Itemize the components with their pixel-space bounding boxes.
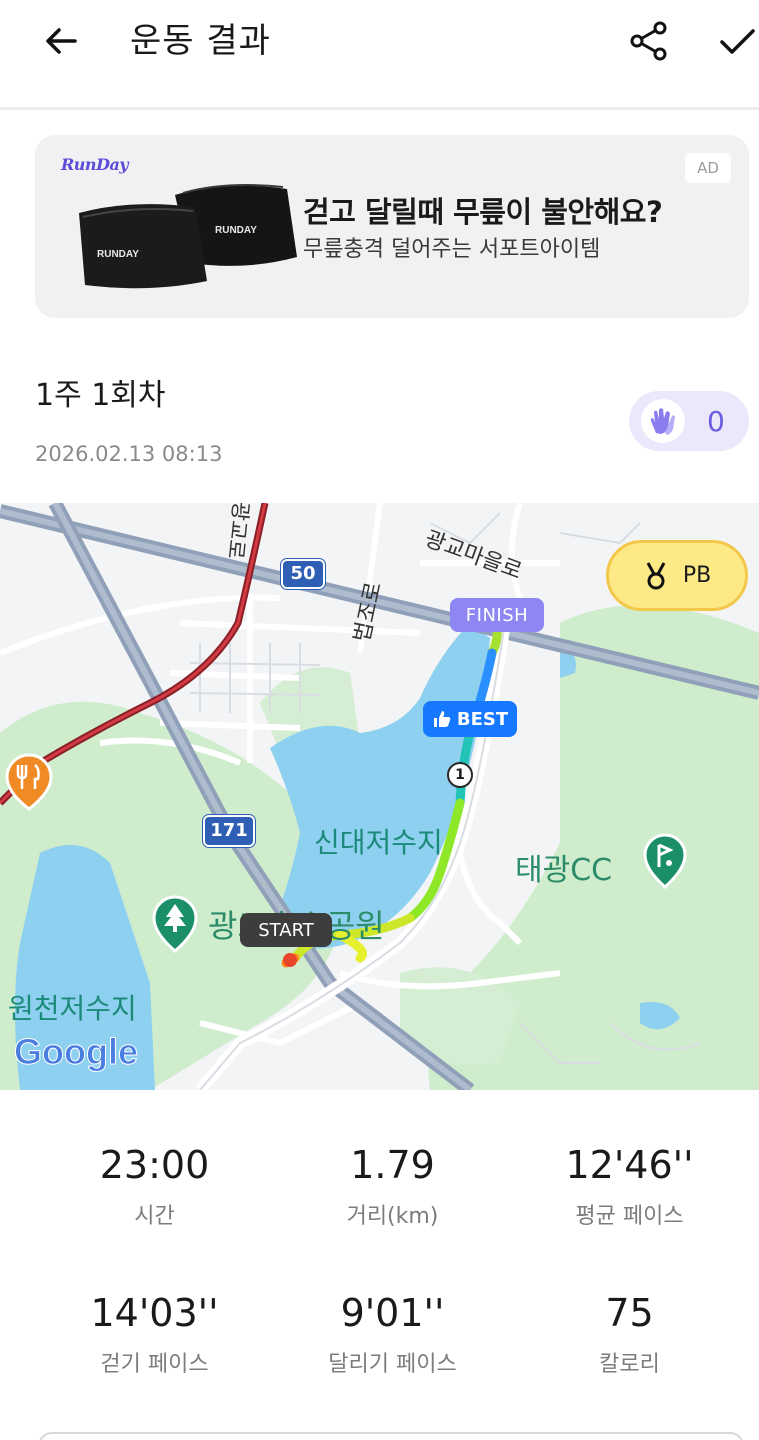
stat-distance: 1.79 거리(km) (266, 1140, 519, 1230)
km-marker: 1 (447, 762, 473, 788)
route-50-number: 50 (290, 563, 316, 584)
lake-label: 신대저수지 (314, 826, 443, 859)
route-50-shield: 50 (281, 559, 325, 589)
stat-label: 거리(km) (346, 1204, 439, 1229)
stat-value: 75 (605, 1291, 654, 1335)
app-header: 운동 결과 (0, 0, 759, 110)
stat-label: 평균 페이스 (575, 1204, 684, 1229)
pb-badge[interactable]: PB (606, 540, 748, 611)
ad-badge: AD (685, 153, 731, 183)
tree-pin-icon[interactable] (151, 895, 199, 953)
route-171-shield: 171 (203, 815, 255, 847)
stat-value: 23:00 (99, 1143, 210, 1187)
session-date: 2026.02.13 08:13 (35, 442, 223, 466)
stat-avg-pace: 12'46'' 평균 페이스 (503, 1140, 756, 1230)
best-label: BEST (456, 708, 509, 730)
pb-label: PB (682, 563, 712, 588)
confirm-button[interactable] (712, 16, 759, 66)
session-title: 1주 1회차 (35, 378, 166, 413)
ad-brand-logo: RunDay (61, 155, 129, 174)
golf-club-label: 태광CC (515, 853, 613, 888)
clap-hands-icon (641, 399, 685, 443)
road-label-gwanggyo-ro: 광교로 (223, 503, 254, 561)
route-171-number: 171 (210, 820, 248, 841)
checkmark-icon (720, 29, 755, 54)
stat-label: 시간 (134, 1204, 175, 1229)
share-button[interactable] (624, 16, 674, 66)
bottom-card[interactable] (38, 1432, 744, 1440)
knee-sleeve-product-image: RUNDAY RUNDAY (79, 184, 297, 289)
stat-value: 14'03'' (90, 1291, 219, 1335)
finish-marker: FINISH (450, 598, 544, 632)
medal-icon (646, 561, 666, 589)
stat-value: 9'01'' (340, 1291, 445, 1335)
stat-label: 달리기 페이스 (328, 1352, 457, 1377)
start-marker: START (240, 913, 332, 947)
stat-value: 12'46'' (565, 1143, 694, 1187)
google-logo-text: Google (14, 1031, 139, 1073)
stat-calories: 75 칼로리 (503, 1288, 756, 1378)
stat-label: 걷기 페이스 (100, 1352, 209, 1377)
stat-label: 칼로리 (599, 1352, 660, 1377)
clap-button[interactable]: 0 (629, 391, 749, 451)
product-print-1: RUNDAY (97, 249, 139, 260)
thumbs-up-icon (433, 711, 451, 727)
page-title: 운동 결과 (130, 21, 271, 61)
product-print-2: RUNDAY (215, 225, 257, 236)
golf-pin-icon[interactable] (642, 833, 688, 890)
restaurant-pin-icon[interactable] (4, 753, 54, 811)
ad-headline: 걷고 달릴때 무릎이 불안해요? (303, 195, 663, 229)
ad-banner[interactable]: RunDay AD RUNDAY RUNDAY 걷고 달릴때 무릎이 불안해요?… (35, 135, 749, 318)
stat-time: 23:00 시간 (28, 1140, 281, 1230)
clap-count: 0 (707, 404, 725, 438)
stat-walk-pace: 14'03'' 걷기 페이스 (28, 1288, 281, 1378)
back-button[interactable] (36, 18, 86, 64)
arrow-left-icon (46, 28, 77, 54)
google-logo: Google (14, 1031, 139, 1073)
stat-value: 1.79 (350, 1143, 435, 1187)
ad-subtext: 무릎충격 덜어주는 서포트아이템 (303, 237, 601, 262)
stat-run-pace: 9'01'' 달리기 페이스 (266, 1288, 519, 1378)
wonchon-lake-label: 원천저수지 (8, 992, 137, 1025)
best-marker: BEST (423, 701, 517, 737)
share-icon (630, 21, 667, 61)
